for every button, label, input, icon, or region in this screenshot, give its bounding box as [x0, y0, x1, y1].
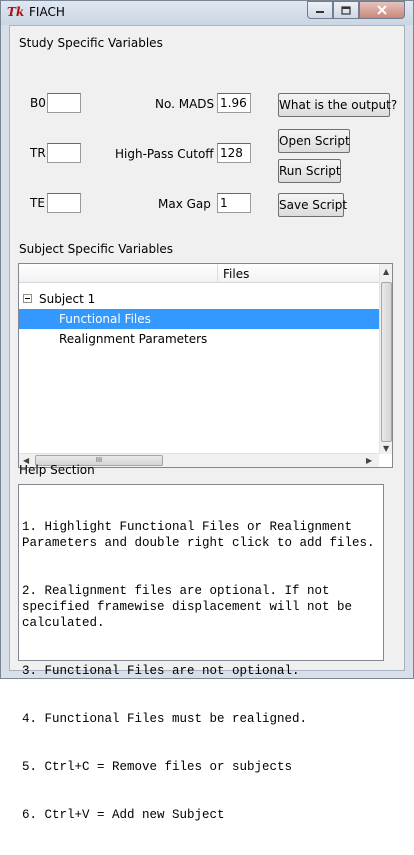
tree-row-label: Functional Files: [59, 312, 151, 326]
highpass-label: High-Pass Cutoff: [115, 147, 214, 161]
scroll-right-icon[interactable]: ▶: [366, 456, 372, 465]
close-icon: [377, 5, 387, 15]
help-line: 1. Highlight Functional Files or Realign…: [22, 520, 375, 550]
highpass-field[interactable]: 128: [217, 143, 251, 163]
header-separator: [217, 264, 218, 283]
maxgap-label: Max Gap: [158, 197, 211, 211]
te-label: TE: [30, 196, 45, 210]
tr-label: TR: [30, 146, 46, 160]
subject-section-label: Subject Specific Variables: [19, 242, 174, 256]
title-bar[interactable]: Tk FIACH: [1, 1, 413, 25]
b0-field[interactable]: [47, 93, 81, 113]
mads-field[interactable]: 1.96: [217, 93, 251, 113]
tree-row-label: Subject 1: [39, 292, 96, 306]
study-section-label: Study Specific Variables: [19, 36, 163, 50]
save-script-button[interactable]: Save Script: [278, 193, 347, 217]
window-title: FIACH: [29, 5, 65, 19]
window-controls: [307, 1, 411, 19]
scroll-up-icon[interactable]: ▲: [383, 267, 389, 276]
run-script-button[interactable]: Run Script: [278, 159, 341, 183]
close-button[interactable]: [359, 1, 405, 19]
what-is-output-button[interactable]: What is the output?: [278, 93, 397, 117]
help-section-label: Help Section: [19, 463, 95, 477]
help-line: 2. Realignment files are optional. If no…: [22, 584, 360, 630]
tr-field[interactable]: [47, 143, 81, 163]
te-field[interactable]: [47, 193, 81, 213]
help-line: 6. Ctrl+V = Add new Subject: [22, 808, 225, 822]
maxgap-field[interactable]: 1: [217, 193, 251, 213]
minimize-icon: [316, 11, 324, 13]
open-script-button[interactable]: Open Script: [278, 129, 350, 153]
scroll-down-icon[interactable]: ▼: [383, 444, 389, 453]
help-line: 4. Functional Files must be realigned.: [22, 712, 308, 726]
files-column-header[interactable]: Files: [223, 267, 249, 281]
tk-app-icon: Tk: [7, 5, 25, 19]
b0-label: B0: [30, 96, 46, 110]
tree-header: Files: [19, 264, 379, 283]
mads-label: No. MADS: [155, 97, 215, 111]
help-line: 3. Functional Files are not optional.: [22, 664, 300, 678]
app-window: Tk FIACH Study Specific Variables B0 TR …: [0, 0, 414, 822]
subject-tree[interactable]: Files Subject 1 Functional Files Realign…: [18, 263, 393, 468]
maximize-button[interactable]: [333, 1, 359, 19]
minimize-button[interactable]: [307, 1, 333, 19]
vertical-scroll-thumb[interactable]: [381, 282, 392, 442]
main-panel: Study Specific Variables B0 TR TE No. MA…: [9, 25, 405, 822]
tree-row-label: Realignment Parameters: [59, 332, 208, 346]
tree-row-functional-files[interactable]: Functional Files: [19, 309, 379, 329]
collapse-icon[interactable]: [23, 294, 32, 303]
tree-row-realignment-parameters[interactable]: Realignment Parameters: [19, 329, 379, 349]
help-text-area[interactable]: 1. Highlight Functional Files or Realign…: [18, 484, 384, 822]
maximize-icon: [341, 5, 351, 15]
vertical-scrollbar[interactable]: ▲ ▼: [379, 264, 392, 454]
help-line: 5. Ctrl+C = Remove files or subjects: [22, 760, 293, 774]
tree-row-subject[interactable]: Subject 1: [19, 289, 379, 309]
